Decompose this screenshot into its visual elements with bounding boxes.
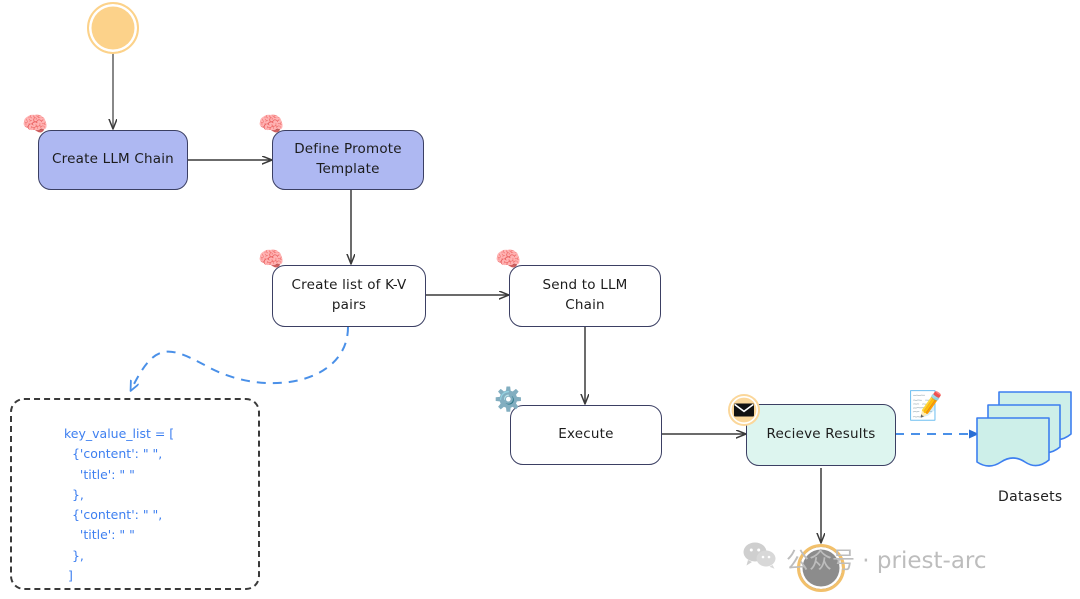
node-receive-results[interactable]: Recieve Results xyxy=(746,404,896,466)
node-define-prompt-template[interactable]: Define Promote Template xyxy=(272,130,424,190)
node-receive-results-label: Recieve Results xyxy=(766,426,876,443)
node-create-kv-pairs[interactable]: Create list of K-V pairs xyxy=(272,265,426,327)
node-execute-label: Execute xyxy=(558,426,614,443)
brain-icon: 🧠 xyxy=(258,247,285,271)
node-create-llm-chain-label: Create LLM Chain xyxy=(52,151,174,168)
brain-icon: 🧠 xyxy=(495,247,522,271)
node-send-to-llm-chain[interactable]: Send to LLM Chain xyxy=(509,265,661,327)
envelope-icon xyxy=(726,392,762,428)
node-create-kv-pairs-label: Create list of K-V pairs xyxy=(291,277,407,313)
stacked-documents-icon xyxy=(976,391,1072,467)
memo-pencil-icon: 📝 xyxy=(908,389,943,422)
brain-icon: 🧠 xyxy=(258,112,285,136)
gears-icon: ⚙️ xyxy=(494,387,523,413)
datasets-shape[interactable] xyxy=(975,388,1075,468)
node-execute[interactable]: Execute xyxy=(510,405,662,465)
key-value-list-code-text: key_value_list = [ {'content': " ", 'tit… xyxy=(64,426,175,583)
node-send-to-llm-chain-label: Send to LLM Chain xyxy=(542,277,628,313)
node-create-llm-chain[interactable]: Create LLM Chain xyxy=(38,130,188,190)
brain-icon: 🧠 xyxy=(22,112,49,136)
edge-kv-pairs-to-code-block xyxy=(131,326,349,390)
start-circle-icon xyxy=(87,2,139,54)
diagram-canvas: Create LLM Chain 🧠 Define Promote Templa… xyxy=(0,0,1080,599)
watermark: 公众号 · priest-arc xyxy=(743,541,987,575)
datasets-label: Datasets xyxy=(998,489,1063,505)
key-value-list-code-box: key_value_list = [ {'content': " ", 'tit… xyxy=(10,398,260,590)
node-define-prompt-template-label: Define Promote Template xyxy=(294,141,402,177)
watermark-text: 公众号 · priest-arc xyxy=(786,548,987,574)
wechat-icon xyxy=(743,541,777,575)
